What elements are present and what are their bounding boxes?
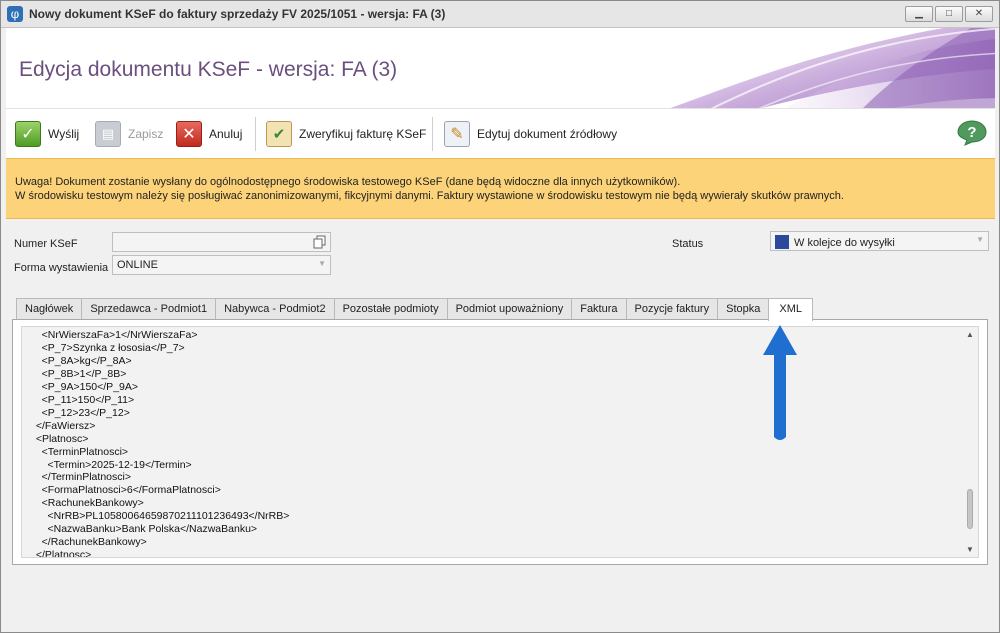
- edit-source-document-button[interactable]: ✎ Edytuj dokument źródłowy: [444, 119, 617, 149]
- floppy-disk-icon: ▤: [95, 121, 121, 147]
- xml-line: <P_11>150</P_11>: [30, 393, 135, 406]
- tab-stopka[interactable]: Stopka: [717, 298, 770, 320]
- app-logo-icon: φ: [7, 6, 23, 22]
- forma-wystawienia-label: Forma wystawienia: [14, 262, 109, 274]
- xml-line: <P_7>Szynka z łososia</P_7>: [30, 341, 185, 354]
- forma-wystawienia-value: ONLINE: [117, 259, 158, 271]
- tab-nabywca[interactable]: Nabywca - Podmiot2: [215, 298, 335, 320]
- cross-icon: ✕: [176, 121, 202, 147]
- page-title: Edycja dokumentu KSeF - wersja: FA (3): [19, 58, 398, 81]
- cancel-button[interactable]: ✕ Anuluj: [176, 119, 242, 149]
- tab-sprzedawca[interactable]: Sprzedawca - Podmiot1: [81, 298, 217, 320]
- xml-line: <P_8A>kg</P_8A>: [30, 354, 132, 367]
- xml-line: <NrRB>PL10580064659870211101236493</NrRB…: [30, 510, 290, 523]
- edit-source-document-label: Edytuj dokument źródłowy: [477, 127, 618, 141]
- tab-faktura[interactable]: Faktura: [571, 298, 627, 320]
- xml-line: <RachunekBankowy>: [30, 497, 144, 510]
- toolbar-separator: [432, 117, 433, 151]
- warning-line-2: W środowisku testowym należy się posługi…: [15, 190, 844, 202]
- status-label: Status: [672, 238, 704, 250]
- annotation-arrow-icon: [763, 325, 797, 440]
- scroll-up-icon[interactable]: ▲: [966, 330, 974, 339]
- send-button[interactable]: ✓ Wyślij: [15, 119, 79, 149]
- scrollbar-thumb[interactable]: [967, 489, 973, 529]
- tab-naglowek[interactable]: Nagłówek: [16, 298, 83, 320]
- xml-line: <Platnosc>: [30, 432, 89, 445]
- save-button-label: Zapisz: [128, 127, 164, 141]
- title-bar[interactable]: φ Nowy dokument KSeF do faktury sprzedaż…: [1, 1, 999, 28]
- xml-line: <Termin>2025-12-19</Termin>: [30, 458, 192, 471]
- xml-line: <P_8B>1</P_8B>: [30, 367, 127, 380]
- xml-line: <P_12>23</P_12>: [30, 406, 130, 419]
- window-title: Nowy dokument KSeF do faktury sprzedaży …: [29, 7, 446, 21]
- maximize-button[interactable]: □: [935, 6, 963, 22]
- xml-tab-panel: <NrWierszaFa>1</NrWierszaFa> <P_7>Szynka…: [12, 319, 988, 565]
- xml-line: <P_9A>150</P_9A>: [30, 380, 139, 393]
- xml-line: <NrWierszaFa>1</NrWierszaFa>: [30, 329, 198, 341]
- checkmark-icon: ✓: [15, 121, 41, 147]
- forma-wystawienia-select[interactable]: ONLINE ▼: [112, 255, 331, 275]
- tab-pozostale-podmioty[interactable]: Pozostałe podmioty: [333, 298, 448, 320]
- xml-content: <NrWierszaFa>1</NrWierszaFa> <P_7>Szynka…: [30, 329, 290, 558]
- vertical-scrollbar[interactable]: ▲ ▼: [962, 327, 978, 557]
- close-button[interactable]: ✕: [965, 6, 993, 22]
- xml-line: </FaWiersz>: [30, 419, 96, 432]
- xml-line: <FormaPlatnosci>6</FormaPlatnosci>: [30, 484, 221, 497]
- verify-invoice-button[interactable]: ✔ Zweryfikuj fakturę KSeF: [266, 119, 426, 149]
- xml-viewer[interactable]: <NrWierszaFa>1</NrWierszaFa> <P_7>Szynka…: [21, 326, 979, 558]
- document-edit-icon: ✎: [444, 121, 470, 147]
- chevron-down-icon: ▼: [976, 235, 984, 244]
- chevron-down-icon: ▼: [318, 259, 326, 268]
- clipboard-check-icon: ✔: [266, 121, 292, 147]
- numer-ksef-field[interactable]: [112, 232, 331, 252]
- xml-line: </Platnosc>: [30, 549, 92, 558]
- xml-line: <NazwaBanku>Bank Polska</NazwaBanku>: [30, 523, 258, 536]
- xml-line: </TerminPlatnosci>: [30, 471, 131, 484]
- tab-xml[interactable]: XML: [768, 298, 813, 321]
- help-glyph: ?: [967, 124, 976, 141]
- numer-ksef-label: Numer KSeF: [14, 238, 78, 250]
- warning-line-1: Uwaga! Dokument zostanie wysłany do ogól…: [15, 176, 681, 188]
- send-button-label: Wyślij: [48, 127, 80, 141]
- copy-icon[interactable]: [313, 235, 327, 249]
- status-value: W kolejce do wysyłki: [794, 237, 895, 249]
- decorative-swirl-graphic: [670, 28, 995, 108]
- status-color-swatch: [775, 235, 789, 249]
- xml-line: </RachunekBankowy>: [30, 536, 147, 549]
- cancel-button-label: Anuluj: [209, 127, 243, 141]
- minimize-button[interactable]: ▁: [905, 6, 933, 22]
- test-environment-warning: Uwaga! Dokument zostanie wysłany do ogól…: [6, 158, 995, 219]
- xml-line: <TerminPlatnosci>: [30, 445, 129, 458]
- tab-podmiot-upowazniony[interactable]: Podmiot upoważniony: [446, 298, 573, 320]
- verify-invoice-label: Zweryfikuj fakturę KSeF: [299, 127, 427, 141]
- tab-bar: Nagłówek Sprzedawca - Podmiot1 Nabywca -…: [16, 298, 813, 321]
- toolbar-separator: [255, 117, 256, 151]
- toolbar: ✓ Wyślij ▤ Zapisz ✕ Anuluj ✔ Zweryfikuj …: [6, 108, 995, 158]
- tab-pozycje-faktury[interactable]: Pozycje faktury: [625, 298, 719, 320]
- save-button[interactable]: ▤ Zapisz: [95, 119, 163, 149]
- help-icon[interactable]: ?: [957, 120, 987, 146]
- header-banner: Edycja dokumentu KSeF - wersja: FA (3): [6, 28, 995, 108]
- app-window: φ Nowy dokument KSeF do faktury sprzedaż…: [0, 0, 1000, 633]
- status-select[interactable]: W kolejce do wysyłki ▼: [770, 231, 989, 251]
- scroll-down-icon[interactable]: ▼: [966, 545, 974, 554]
